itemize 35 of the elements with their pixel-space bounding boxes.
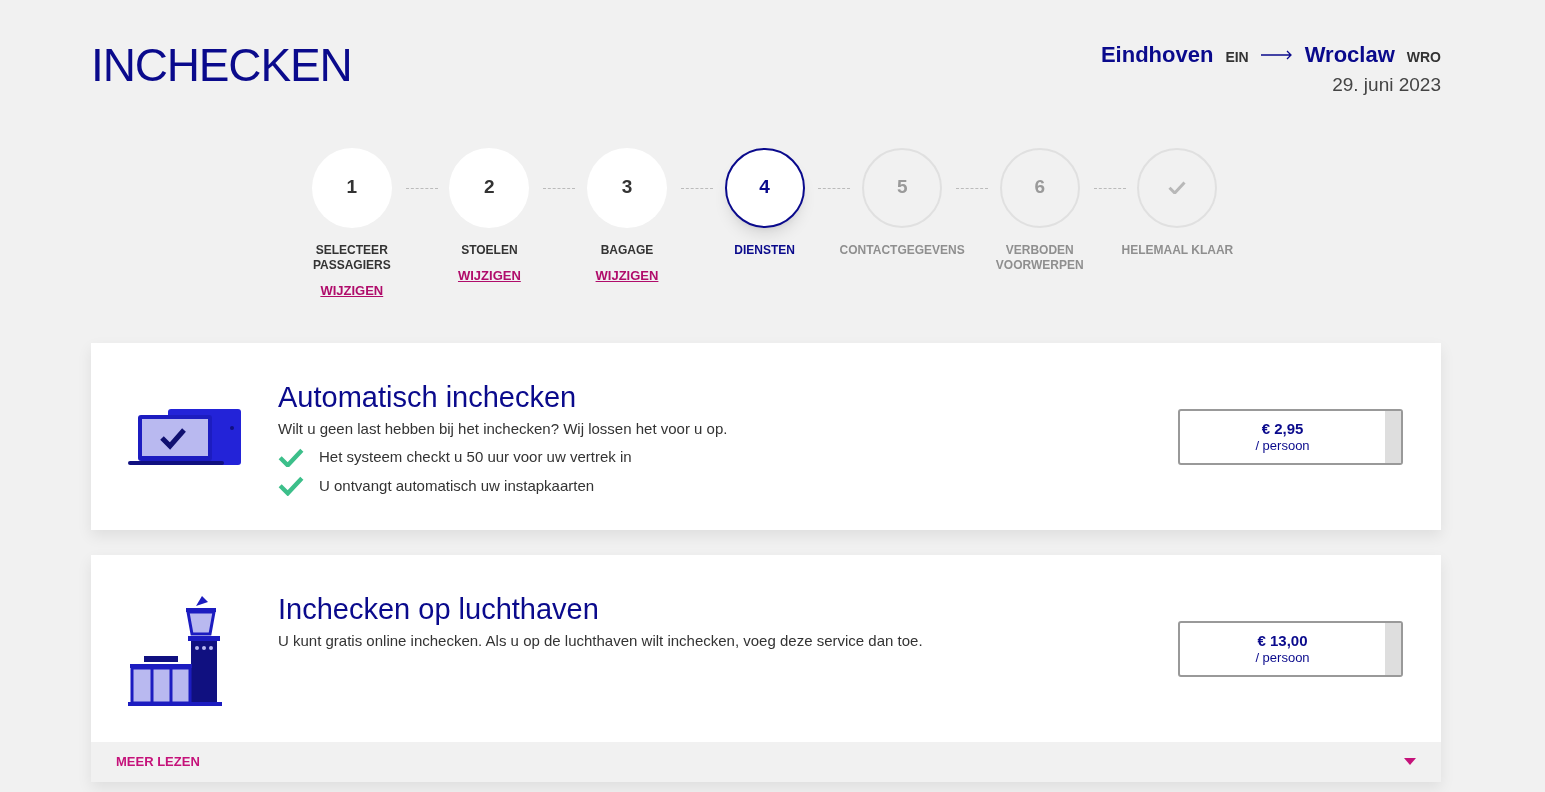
price: € 13,00 [1257,631,1308,649]
price-button[interactable]: € 13,00 / persoon [1178,620,1403,677]
flight-date: 29. juni 2023 [1332,73,1441,97]
step-label: HELEMAAL KLAAR [1120,242,1235,258]
read-more-bar[interactable]: MEER LEZEN [91,741,1441,782]
laptop-icon [128,407,242,466]
service-description: Wilt u geen last hebben bij het inchecken? Wij lossen het voor u op. [278,418,729,439]
destination-city: Wroclaw [1304,41,1395,69]
origin-city: Eindhoven [1100,41,1214,69]
check-icon [278,476,304,496]
step-label: STOELEN [460,242,519,258]
service-title: Inchecken op luchthaven [278,591,600,626]
page-title: INCHECKEN [91,42,352,93]
change-link[interactable]: WIJZIGEN [457,265,521,285]
destination-code: WRO [1406,48,1441,67]
check-icon [278,447,304,467]
price-unit: / persoon [1255,437,1310,454]
price-unit: / persoon [1255,649,1310,666]
origin-code: EIN [1225,48,1249,67]
service-title: Automatisch inchecken [278,379,578,414]
step-label: SELECTEER PASSAGIERS [311,242,392,273]
step-label: CONTACTGEGEVENS [838,242,966,258]
service-description: U kunt gratis online inchecken. Als u op de luchthaven wilt inchecken, voeg deze service dan toe. [278,630,924,651]
arrow-icon [1260,49,1293,60]
change-link[interactable]: WIJZIGEN [595,265,659,285]
price-button[interactable]: € 2,95 / persoon [1178,408,1403,465]
step-label: VERBODEN VOORWERPEN [994,242,1085,273]
feature-text: U ontvangt automatisch uw instapkaarten [319,475,595,496]
step-label: BAGAGE [599,242,655,258]
check-icon [1168,180,1187,195]
feature-text: Het systeem checkt u 50 uur voor uw vertrek in [319,447,632,467]
caret-icon [1404,758,1416,765]
step-label: DIENSTEN [733,242,796,258]
price: € 2,95 [1261,419,1304,437]
change-link[interactable]: WIJZIGEN [320,280,384,300]
